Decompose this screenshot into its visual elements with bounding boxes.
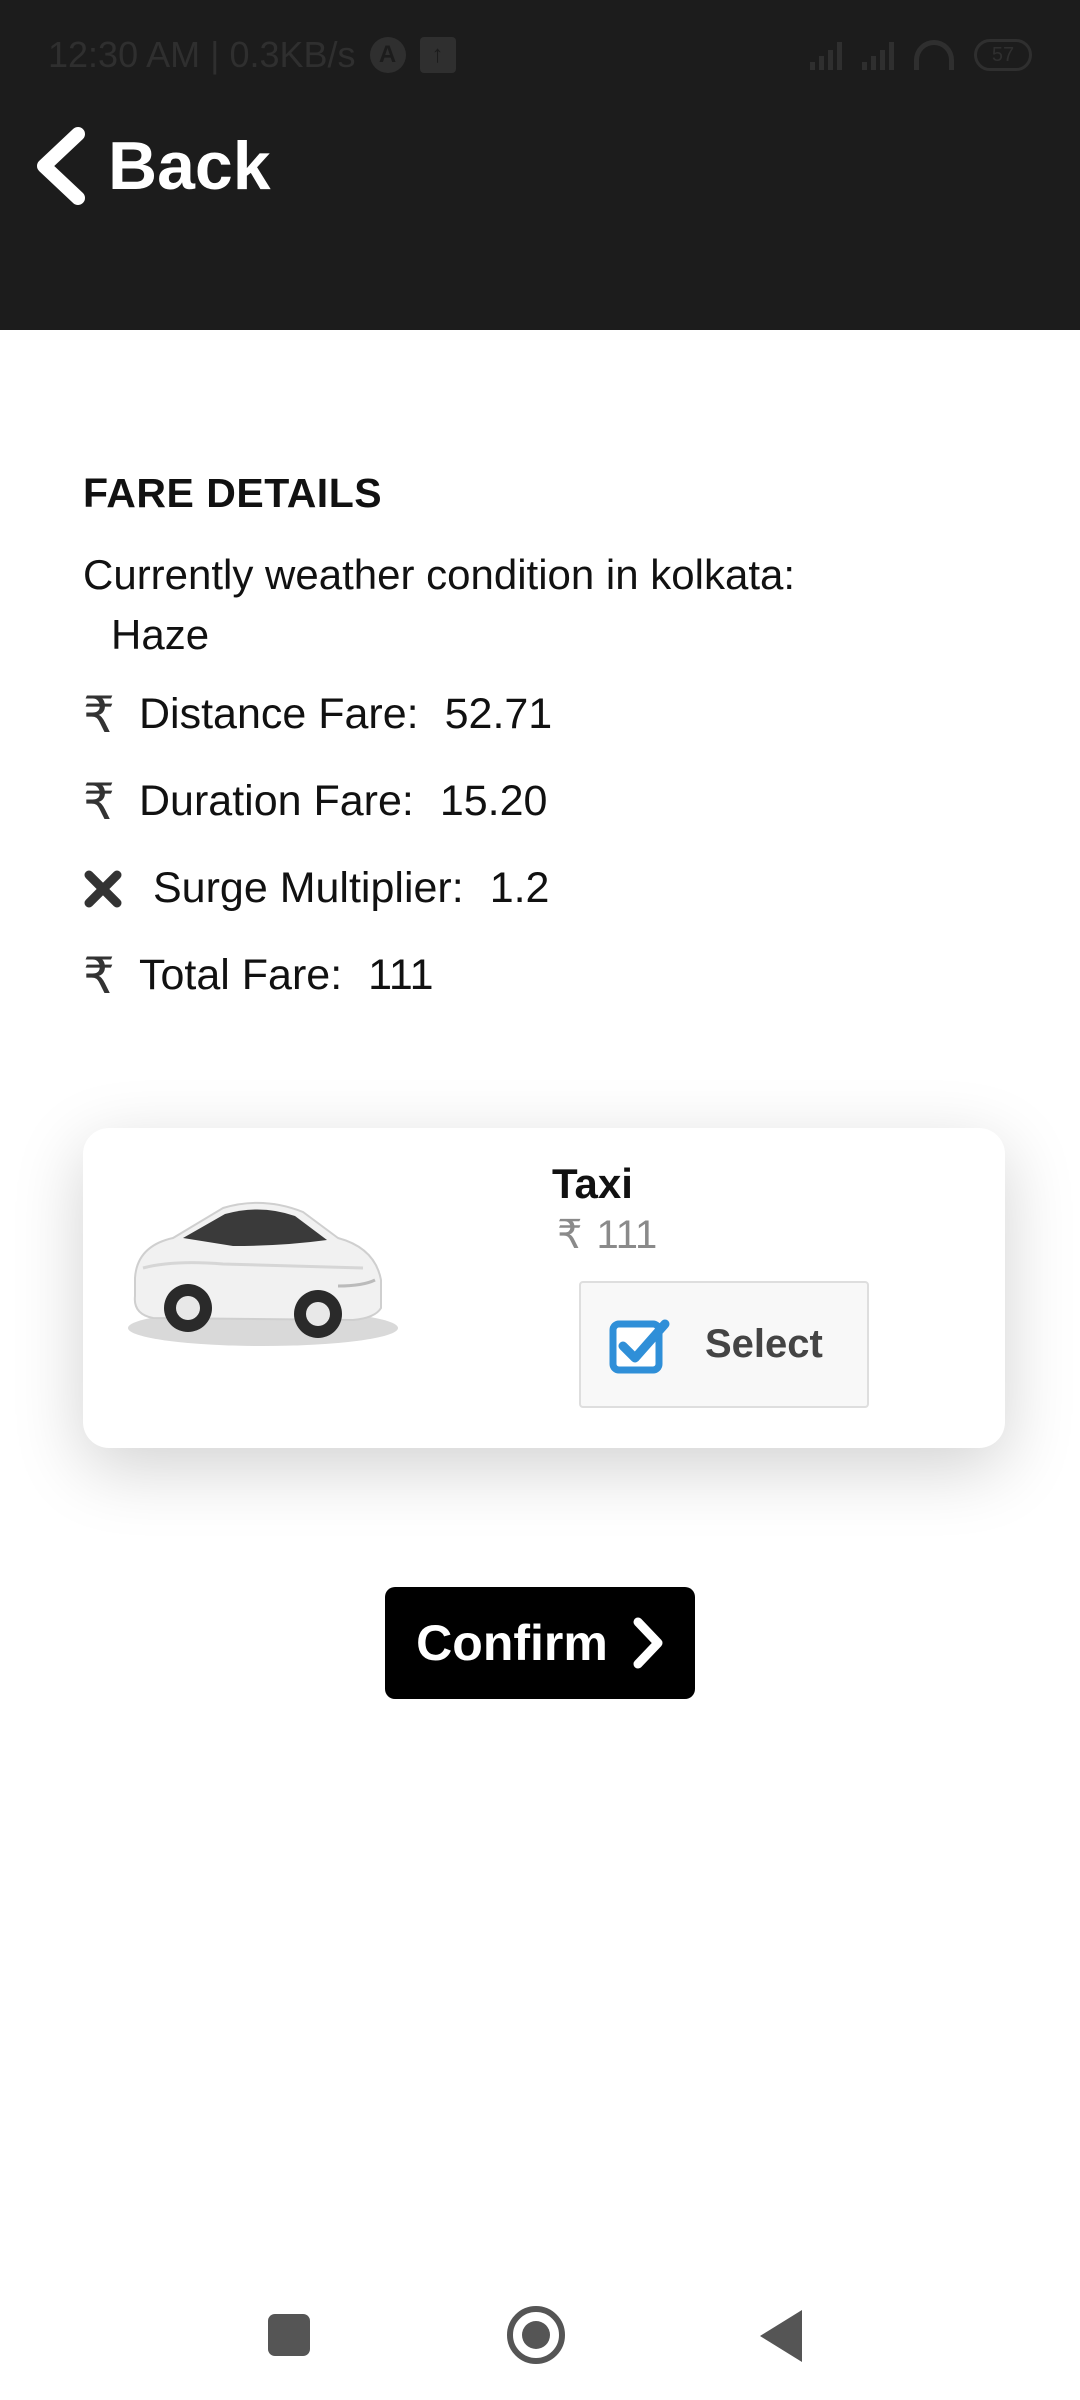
fare-row-value: 1.2 xyxy=(489,864,550,912)
fare-details-section: FARE DETAILS Currently weather condition… xyxy=(83,470,983,1019)
home-button[interactable] xyxy=(507,2306,565,2364)
select-label: Select xyxy=(705,1322,823,1366)
status-bar: 12:30 AM | 0.3KB/s A ↑ 57 xyxy=(0,0,1080,110)
fare-row-distance: ₹ Distance Fare: 52.71 xyxy=(83,671,983,758)
battery-icon: 57 xyxy=(974,39,1032,71)
rupee-icon: ₹ xyxy=(83,947,115,1004)
fare-row-label: Distance Fare: xyxy=(139,690,419,738)
vehicle-price: ₹ 111 xyxy=(557,1212,657,1258)
signal-icon-2 xyxy=(862,40,894,70)
fare-row-label: Total Fare: xyxy=(139,951,343,999)
back-label: Back xyxy=(108,128,271,204)
vehicle-name: Taxi xyxy=(552,1160,633,1207)
fare-row-value: 52.71 xyxy=(444,690,553,738)
confirm-button[interactable]: Confirm xyxy=(385,1587,695,1699)
fare-row-label: Duration Fare: xyxy=(139,777,414,825)
vpn-icon: A xyxy=(369,37,406,73)
upload-icon: ↑ xyxy=(419,37,456,73)
car-image xyxy=(128,1201,398,1346)
fare-row-value: 111 xyxy=(368,951,434,999)
confirm-label: Confirm xyxy=(416,1615,608,1671)
app-header: 12:30 AM | 0.3KB/s A ↑ 57 Back xyxy=(0,0,1080,330)
rupee-icon: ₹ xyxy=(83,773,115,830)
vehicle-card[interactable]: Taxi ₹ 111 Select xyxy=(83,1128,1005,1448)
system-nav-bar xyxy=(0,2270,1080,2400)
signal-icon xyxy=(810,40,842,70)
recents-button[interactable] xyxy=(268,2314,310,2356)
chevron-right-icon xyxy=(633,1617,663,1669)
status-left: 12:30 AM | 0.3KB/s A ↑ xyxy=(48,34,456,76)
chevron-left-icon xyxy=(37,127,85,205)
weather-value: Haze xyxy=(111,611,210,658)
fare-row-surge: Surge Multiplier: 1.2 xyxy=(83,845,983,932)
rupee-icon: ₹ xyxy=(557,1213,583,1257)
wifi-icon xyxy=(914,40,954,70)
fare-row-label: Surge Multiplier: xyxy=(153,864,464,912)
weather-label: Currently weather condition in kolkata: xyxy=(83,551,796,598)
vehicle-price-value: 111 xyxy=(596,1212,658,1257)
checkbox-checked-icon[interactable] xyxy=(609,1316,671,1374)
back-button[interactable]: Back xyxy=(32,118,271,214)
fare-row-duration: ₹ Duration Fare: 15.20 xyxy=(83,758,983,845)
status-time-speed: 12:30 AM | 0.3KB/s xyxy=(48,34,356,75)
weather-condition: Currently weather condition in kolkata: … xyxy=(83,545,983,665)
fare-row-value: 15.20 xyxy=(439,777,548,825)
select-vehicle-button[interactable]: Select xyxy=(579,1281,869,1408)
system-back-button[interactable] xyxy=(760,2310,802,2362)
rupee-icon: ₹ xyxy=(83,686,115,743)
fare-details-title: FARE DETAILS xyxy=(83,470,383,516)
multiply-icon xyxy=(83,869,153,909)
fare-row-total: ₹ Total Fare: 111 xyxy=(83,932,983,1019)
status-right: 57 xyxy=(810,39,1032,71)
